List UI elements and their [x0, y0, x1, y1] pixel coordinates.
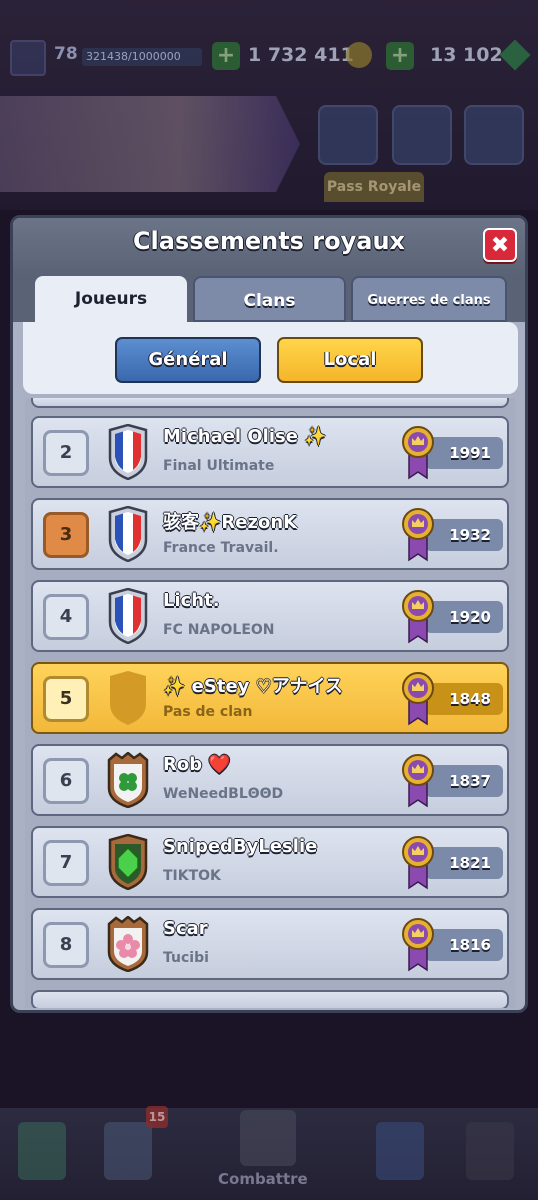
- clan-name: Final Ultimate: [163, 458, 275, 474]
- clan-name: Pas de clan: [163, 704, 253, 720]
- player-name: Rob ❤️: [163, 754, 231, 775]
- crown-medal-icon: [401, 916, 435, 972]
- player-row[interactable]: 8 Scar Tucibi 1816: [31, 908, 509, 980]
- tab-bar: Joueurs Clans Guerres de clans: [13, 276, 525, 322]
- clan-name: FC NAPOLEON: [163, 622, 275, 638]
- leaderboard-modal: Classements royaux ✖ Joueurs Clans Guerr…: [10, 215, 528, 1013]
- player-name: 骇客✨RezonK: [163, 512, 298, 533]
- player-row[interactable]: 7 SnipedByLeslie TIKTOK 1821: [31, 826, 509, 898]
- trophy-count: 1920: [425, 601, 503, 633]
- player-name: Scar: [163, 918, 208, 939]
- trophy-count: 1848: [425, 683, 503, 715]
- general-filter-button[interactable]: Général: [115, 337, 261, 383]
- rank-number: 3: [43, 512, 89, 558]
- crown-medal-icon: [401, 588, 435, 644]
- clan-name: WeNeedBLΘΘD: [163, 786, 284, 802]
- rank-number: 2: [43, 430, 89, 476]
- events-nav-icon[interactable]: [466, 1122, 514, 1180]
- player-ranking-list[interactable]: 2 Michael Olise ✨ Final Ultimate 1991 3 骇客✨Re…: [25, 398, 515, 1008]
- crown-medal-icon: [401, 670, 435, 726]
- trophy-count: 1932: [425, 519, 503, 551]
- flag-fr-badge-icon: [107, 423, 149, 481]
- rank-number: 8: [43, 922, 89, 968]
- emerald-badge-icon: [107, 833, 149, 891]
- rank-number: 7: [43, 840, 89, 886]
- crown-medal-icon: [401, 752, 435, 808]
- crown-medal-icon: [401, 834, 435, 890]
- friends-icon[interactable]: [318, 105, 378, 165]
- add-gold-button[interactable]: +: [212, 42, 240, 70]
- gem-icon: [499, 39, 531, 71]
- resource-bar: 78 321438/1000000 + 1 732 411 + 13 102: [0, 38, 538, 78]
- gold-amount: 1 732 411: [248, 44, 354, 66]
- player-name: Licht.: [163, 590, 220, 611]
- filter-area: Général Local: [23, 322, 518, 394]
- season-banner: [0, 96, 300, 192]
- no-clan-badge-icon: [107, 670, 149, 726]
- player-row[interactable]: 4 Licht. FC NAPOLEON 1920: [31, 580, 509, 652]
- news-icon[interactable]: [392, 105, 452, 165]
- menu-icon[interactable]: [464, 105, 524, 165]
- clan-name: TIKTOK: [163, 868, 221, 884]
- pass-royale-tab[interactable]: Pass Royale: [324, 172, 424, 202]
- clover-badge-icon: [107, 751, 149, 809]
- shop-nav-icon[interactable]: [18, 1122, 66, 1180]
- level-icon: [10, 40, 46, 76]
- player-row[interactable]: 3 骇客✨RezonK France Travail. 1932: [31, 498, 509, 570]
- modal-title: Classements royaux: [132, 227, 406, 255]
- modal-header: Classements royaux ✖: [13, 218, 525, 276]
- player-row[interactable]: 2 Michael Olise ✨ Final Ultimate 1991: [31, 416, 509, 488]
- player-name: Michael Olise ✨: [163, 426, 327, 447]
- local-filter-button[interactable]: Local: [277, 337, 423, 383]
- player-name: SnipedByLeslie: [163, 836, 318, 857]
- next-row-edge: [31, 990, 509, 1008]
- tab-clan-wars[interactable]: Guerres de clans: [351, 276, 507, 322]
- rank-number: 6: [43, 758, 89, 804]
- player-row[interactable]: 6 Rob ❤️ WeNeedBLΘΘD 1837: [31, 744, 509, 816]
- blossom-badge-icon: [107, 915, 149, 973]
- tab-clans[interactable]: Clans: [193, 276, 346, 322]
- rank-number: 4: [43, 594, 89, 640]
- tab-players[interactable]: Joueurs: [35, 276, 187, 322]
- close-button[interactable]: ✖: [483, 228, 517, 262]
- cards-count-badge: 15: [146, 1106, 168, 1128]
- swords-icon[interactable]: [240, 1110, 296, 1166]
- trophy-count: 1837: [425, 765, 503, 797]
- add-gems-button[interactable]: +: [386, 42, 414, 70]
- crown-medal-icon: [401, 424, 435, 480]
- player-row[interactable]: 5 ✨ eStey ♡アナイス Pas de clan 1848: [31, 662, 509, 734]
- flag-fr-badge-icon: [107, 505, 149, 563]
- flag-fr-badge-icon: [107, 587, 149, 645]
- trophy-count: 1821: [425, 847, 503, 879]
- player-level: 78: [54, 44, 78, 64]
- trophy-count: 1816: [425, 929, 503, 961]
- rank-number: 5: [43, 676, 89, 722]
- trophy-count: 1991: [425, 437, 503, 469]
- gold-coin-icon: [346, 42, 372, 68]
- clan-nav-icon[interactable]: [376, 1122, 424, 1180]
- crown-medal-icon: [401, 506, 435, 562]
- clan-name: Tucibi: [163, 950, 209, 966]
- previous-row-edge: [31, 398, 509, 408]
- cards-nav-icon[interactable]: [104, 1122, 152, 1180]
- player-name: ✨ eStey ♡アナイス: [163, 676, 343, 697]
- xp-text: 321438/1000000: [86, 50, 181, 63]
- gem-amount: 13 102: [430, 44, 503, 66]
- clan-name: France Travail.: [163, 540, 279, 556]
- battle-nav-label[interactable]: Combattre: [218, 1170, 308, 1188]
